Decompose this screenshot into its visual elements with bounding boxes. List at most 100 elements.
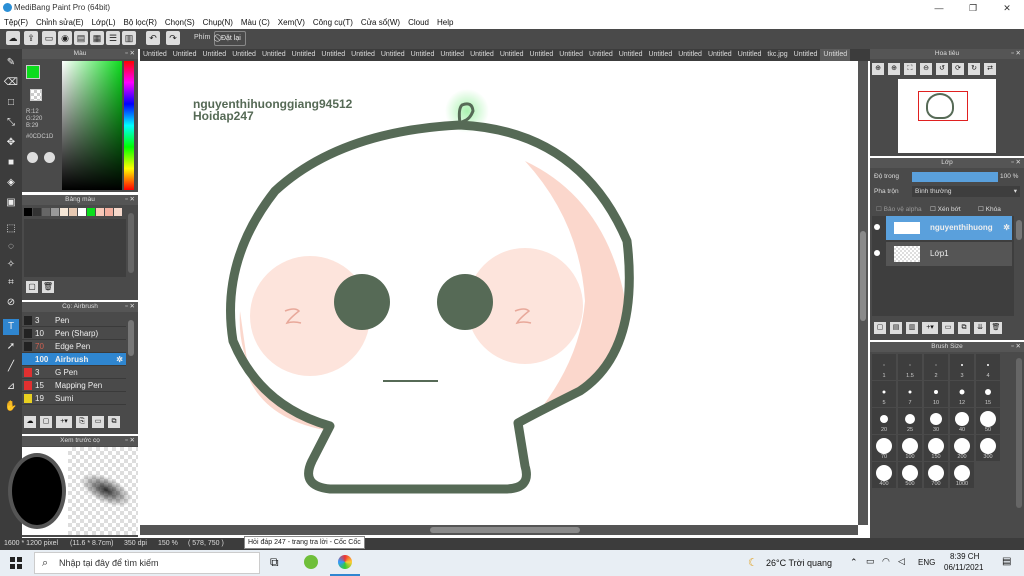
rotate-right-icon[interactable]: ↻	[968, 63, 980, 75]
brush-item[interactable]: 19 Sumi	[22, 392, 126, 405]
document-tab[interactable]: Untitled	[556, 49, 586, 61]
minimize-button[interactable]: —	[922, 0, 956, 16]
menu-file[interactable]: Tệp(F)	[0, 16, 32, 29]
merge-icon[interactable]: ⇊	[974, 322, 986, 334]
close-icon[interactable]: ▫ ✕	[1011, 342, 1021, 352]
select-pen-icon[interactable]: ⌗	[3, 275, 19, 291]
maximize-button[interactable]: ❐	[956, 0, 990, 16]
duplicate-icon[interactable]: ⧉	[958, 322, 970, 334]
taskbar-search-input[interactable]: ⌕ Nhập tại đây để tìm kiếm	[34, 552, 260, 574]
menu-cloud[interactable]: Cloud	[404, 16, 433, 29]
weather-text[interactable]: 26°C Trời quang	[766, 558, 832, 568]
document-tab[interactable]: tkc.jpg	[764, 49, 790, 61]
brush-size-cell[interactable]: 15	[976, 381, 1000, 407]
eyedropper-icon[interactable]: ⊿	[3, 379, 19, 395]
document-tab[interactable]: Untitled	[289, 49, 319, 61]
move-tool-icon[interactable]: ✥	[3, 135, 19, 151]
document-tab[interactable]: Untitled	[378, 49, 408, 61]
brush-size-cell[interactable]: 300	[976, 435, 1000, 461]
menu-view[interactable]: Xem(V)	[274, 16, 309, 29]
menu-select[interactable]: Chọn(S)	[161, 16, 199, 29]
menu-tools[interactable]: Công cụ(T)	[309, 16, 357, 29]
language-indicator[interactable]: ENG	[918, 558, 935, 567]
palette-swatch[interactable]	[51, 208, 59, 216]
menu-window[interactable]: Cửa sổ(W)	[357, 16, 404, 29]
zoom-out-icon[interactable]: ⊖	[920, 63, 932, 75]
new-layer-icon[interactable]: ▢	[874, 322, 886, 334]
brush-tool-icon[interactable]: ✎	[3, 55, 19, 71]
palette-swatch[interactable]	[105, 208, 113, 216]
foreground-swatch[interactable]	[26, 65, 40, 79]
document-tab[interactable]: Untitled	[140, 49, 170, 61]
new-palette-icon[interactable]: ▢	[26, 281, 38, 293]
palette-swatch[interactable]	[87, 208, 95, 216]
brush-size-cell[interactable]: 200	[950, 435, 974, 461]
flip-icon[interactable]: ⇄	[984, 63, 996, 75]
delete-icon[interactable]: 🗑	[42, 281, 54, 293]
close-icon[interactable]: ▫ ✕	[125, 436, 135, 446]
gear-icon[interactable]: ✲	[1003, 216, 1010, 240]
brush-size-cell[interactable]: 25	[898, 408, 922, 434]
cloud-brush-icon[interactable]: ☁	[24, 416, 36, 428]
palette-swatch[interactable]	[42, 208, 50, 216]
close-icon[interactable]: ▫ ✕	[125, 49, 135, 59]
hand-tool-icon[interactable]: ✋	[3, 399, 19, 415]
rotate-left-icon[interactable]: ↺	[936, 63, 948, 75]
add-brush-icon[interactable]: +▾	[56, 416, 72, 428]
page-icon[interactable]: ▤	[74, 31, 88, 45]
fill-rect-icon[interactable]: ■	[3, 155, 19, 171]
menu-layer[interactable]: Lớp(L)	[88, 16, 120, 29]
brush-item[interactable]: 3 Pen	[22, 314, 126, 327]
document-tab[interactable]: Untitled	[170, 49, 200, 61]
document-tab[interactable]: Untitled	[348, 49, 378, 61]
document-tab[interactable]: Untitled	[408, 49, 438, 61]
network-icon[interactable]: ▭	[866, 556, 875, 567]
brush-item[interactable]: 15 Mapping Pen	[22, 379, 126, 392]
brush-item[interactable]: 70 Edge Pen	[22, 340, 126, 353]
brush-size-cell[interactable]: 30	[924, 408, 948, 434]
eraser-tool-icon[interactable]: ⌫	[3, 75, 19, 91]
navigator-thumbnail[interactable]	[898, 79, 996, 153]
grid-icon[interactable]: ▦	[90, 31, 104, 45]
cloud-icon[interactable]: ☁	[6, 31, 20, 45]
reset-button[interactable]: ⃠ Đặt lại	[214, 31, 246, 46]
palette-swatch[interactable]	[114, 208, 122, 216]
medibang-app-icon[interactable]	[338, 555, 352, 569]
color-circle-icon[interactable]	[44, 152, 55, 163]
brush-size-cell[interactable]: 150	[924, 435, 948, 461]
fit-icon[interactable]: ⛶	[904, 63, 916, 75]
background-swatch[interactable]	[30, 89, 42, 101]
task-view-icon[interactable]: ⧉	[270, 555, 279, 570]
brush-item[interactable]: 3G Pen	[22, 366, 126, 379]
document-tab[interactable]: Untitled	[616, 49, 646, 61]
gear-icon[interactable]: ✲	[116, 353, 123, 365]
menu-help[interactable]: Help	[433, 16, 457, 29]
document-tab[interactable]: Untitled	[586, 49, 616, 61]
document-tab[interactable]: Untitled	[437, 49, 467, 61]
document-tab[interactable]: Untitled	[645, 49, 675, 61]
clock-date[interactable]: 06/11/2021	[944, 563, 983, 572]
close-button[interactable]: ✕	[990, 0, 1024, 16]
document-tab[interactable]: Untitled	[527, 49, 557, 61]
protect-alpha-checkbox[interactable]: ☐ Bảo vệ alpha	[876, 205, 922, 213]
tray-chevron-icon[interactable]: ⌃	[850, 557, 858, 568]
clip-checkbox[interactable]: ☐ Xén bớt	[930, 205, 961, 213]
menu-color[interactable]: Màu (C)	[237, 16, 274, 29]
clock-time[interactable]: 8:39 CH	[950, 552, 979, 561]
brush-size-cell[interactable]: 400	[872, 462, 896, 488]
document-tab[interactable]: Untitled	[675, 49, 705, 61]
document-tab-active[interactable]: Untitled	[820, 49, 851, 61]
document-tab[interactable]: Untitled	[705, 49, 735, 61]
brush-size-cell[interactable]: 500	[898, 462, 922, 488]
close-icon[interactable]: ▫ ✕	[125, 302, 135, 312]
close-icon[interactable]: ▫ ✕	[125, 195, 135, 205]
brush-size-cell[interactable]: 4	[976, 354, 1000, 380]
document-tab[interactable]: Untitled	[791, 49, 821, 61]
volume-icon[interactable]: ◁	[898, 556, 905, 567]
brush-size-cell[interactable]: 10	[924, 381, 948, 407]
brush-size-cell[interactable]: 12	[950, 381, 974, 407]
palette-swatch[interactable]	[78, 208, 86, 216]
duplicate-icon[interactable]: ⧉	[108, 416, 120, 428]
palette-swatch[interactable]	[69, 208, 77, 216]
notification-icon[interactable]: ▤	[1002, 556, 1011, 567]
